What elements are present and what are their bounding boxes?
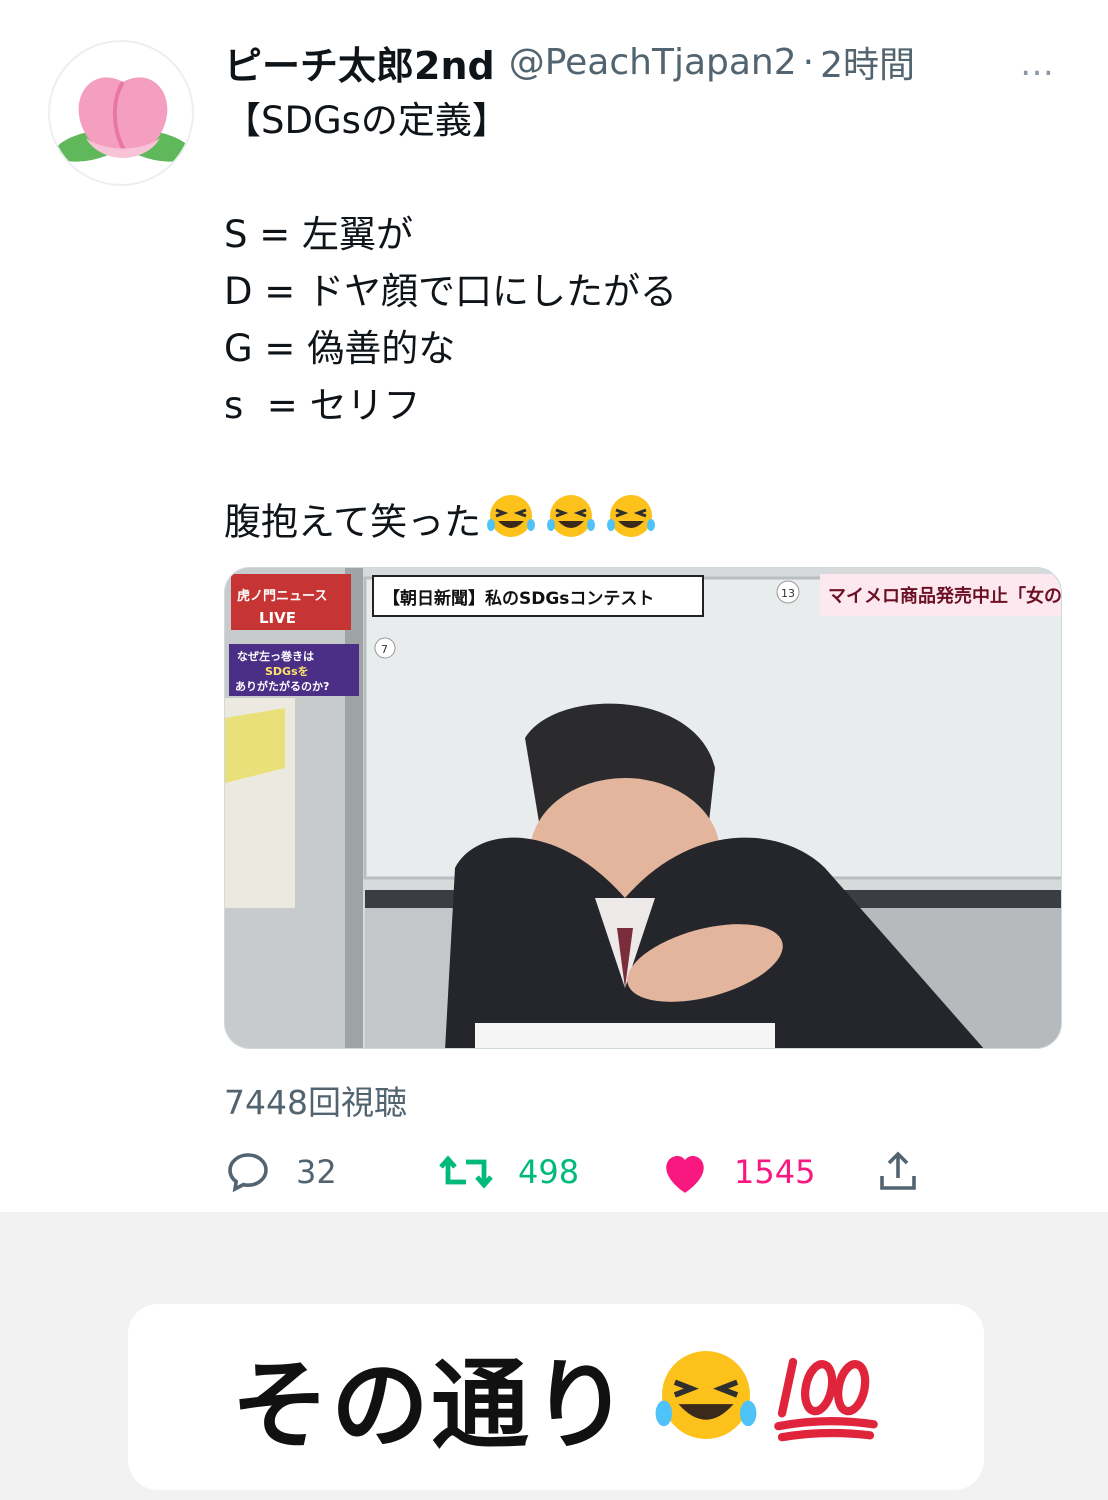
video-number-right: 13 bbox=[781, 587, 795, 600]
caption-box: その通り bbox=[128, 1304, 984, 1490]
tweet-text-last-line: 腹抱えて笑った bbox=[224, 491, 1084, 548]
video-badge-line-3: ありがたがるのか? bbox=[235, 679, 329, 693]
video-badge-line-1: なぜ左っ巻きは bbox=[237, 649, 314, 663]
like-button[interactable]: 1545 bbox=[660, 1140, 815, 1204]
retweet-button[interactable]: 498 bbox=[438, 1140, 579, 1204]
tweet-text-blank bbox=[224, 434, 1084, 491]
retweet-icon bbox=[439, 1155, 493, 1189]
heart-icon bbox=[666, 1155, 704, 1193]
tweet-text-line: S = 左翼が bbox=[224, 213, 414, 256]
rolling-laughing-emoji-icon bbox=[601, 491, 661, 557]
video-overlay-caption: 【朝日新聞】私のSDGsコンテスト bbox=[383, 588, 654, 609]
view-count: 7448回視聴 bbox=[224, 1083, 407, 1122]
avatar[interactable] bbox=[48, 40, 194, 186]
timestamp[interactable]: 2時間 bbox=[820, 36, 915, 88]
tweet-text-line: 【SDGsの定義】 bbox=[224, 99, 509, 142]
video-overlay-right: マイメロ商品発売中止「女の敵は女 bbox=[828, 585, 1062, 607]
share-button[interactable] bbox=[874, 1140, 922, 1204]
video-player[interactable]: 【朝日新聞】私のSDGsコンテスト マイメロ商品発売中止「女の敵は女 13 7 … bbox=[224, 567, 1062, 1049]
tweet-card: ピーチ太郎2nd @PeachTjapan2 · 2時間 … 【SDGsの定義】… bbox=[0, 0, 1108, 1212]
display-name[interactable]: ピーチ太郎2nd bbox=[224, 35, 495, 90]
peach-icon bbox=[54, 77, 192, 162]
user-handle[interactable]: @PeachTjapan2 bbox=[509, 42, 797, 83]
video-frame: 【朝日新聞】私のSDGsコンテスト マイメロ商品発売中止「女の敵は女 13 7 … bbox=[225, 568, 1062, 1048]
tweet-text-line: G = 偽善的な bbox=[224, 327, 456, 370]
reply-count: 32 bbox=[296, 1153, 337, 1191]
like-count: 1545 bbox=[734, 1153, 816, 1191]
hundred-points-icon bbox=[771, 1343, 881, 1451]
tweet-text-laugh: 腹抱えて笑った bbox=[224, 500, 482, 544]
more-options-icon[interactable]: … bbox=[1020, 44, 1056, 84]
caption-text: その通り bbox=[230, 1349, 631, 1463]
separator-dot: · bbox=[802, 41, 815, 83]
tweet-text: 【SDGsの定義】 S = 左翼が D = ドヤ顔で口にしたがる G = 偽善的… bbox=[224, 92, 1084, 548]
tweet-text-line: s = セリフ bbox=[224, 384, 421, 427]
tweet-header: ピーチ太郎2nd @PeachTjapan2 · 2時間 … bbox=[224, 34, 1084, 90]
action-bar: 32 498 1545 bbox=[224, 1140, 944, 1204]
rolling-laughing-emoji-icon bbox=[481, 491, 541, 557]
video-number-left: 7 bbox=[381, 643, 388, 656]
reply-icon bbox=[228, 1153, 268, 1193]
caption-area: その通り bbox=[0, 1212, 1108, 1500]
video-badge-line-2: SDGsを bbox=[265, 665, 309, 678]
tweet-text-blank bbox=[224, 149, 1084, 206]
reply-button[interactable]: 32 bbox=[224, 1140, 337, 1204]
video-logo-line-2: LIVE bbox=[259, 609, 296, 627]
tweet-text-line: D = ドヤ顔で口にしたがる bbox=[224, 270, 678, 313]
video-logo-line-1: 虎ノ門ニュース bbox=[237, 588, 327, 604]
rolling-laughing-emoji-icon bbox=[541, 491, 601, 557]
retweet-count: 498 bbox=[518, 1153, 580, 1191]
share-icon bbox=[880, 1151, 916, 1190]
rolling-laughing-emoji-icon bbox=[651, 1343, 761, 1451]
